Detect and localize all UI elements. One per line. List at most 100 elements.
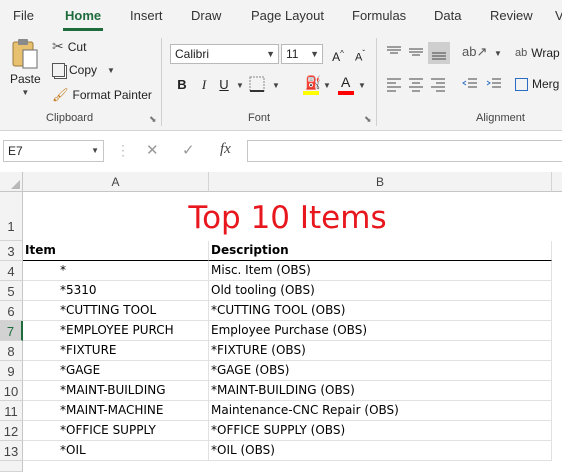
tab-view[interactable]: V [555,8,562,23]
cell-item[interactable]: *GAGE [23,361,209,381]
italic-button[interactable]: I [194,75,214,95]
row-header[interactable]: 6 [0,301,23,321]
name-box-value: E7 [8,144,23,158]
cell-description[interactable]: *OIL (OBS) [209,441,552,461]
copy-button[interactable]: Copy ▼ [52,63,115,77]
borders-button[interactable] [249,76,269,94]
column-header-b[interactable]: B [209,172,552,192]
dialog-launcher-icon[interactable]: ⬊ [149,114,157,125]
cut-label: Cut [67,39,87,54]
row-header[interactable]: 12 [0,421,23,441]
cancel-icon[interactable]: ✕ [146,141,159,159]
tab-file[interactable]: File [13,8,34,23]
formula-bar: E7 ▼ ⋮ ✕ ✓ fx [0,138,562,164]
row-header[interactable]: 13 [0,441,23,461]
cut-button[interactable]: ✂ Cut [52,38,86,55]
wrap-text-icon: ab [515,47,528,59]
dialog-launcher-icon[interactable]: ⬊ [364,114,372,125]
align-bottom-icon [432,52,446,60]
name-box[interactable]: E7 ▼ [3,140,104,162]
text-orientation-icon: ab↗ [462,44,488,59]
row-header[interactable] [0,461,23,472]
orientation-button[interactable]: ab↗ [462,44,487,62]
row-header[interactable]: 5 [0,281,23,301]
row-header[interactable]: 10 [0,381,23,401]
merge-label: Merg [532,77,560,91]
cell-item[interactable]: * [23,261,209,281]
row-header-selected[interactable]: 7 [0,321,23,341]
cell-description[interactable]: *CUTTING TOOL (OBS) [209,301,552,321]
bold-button[interactable]: B [172,75,192,95]
cell-item[interactable]: *OIL [23,441,209,461]
wrap-text-button[interactable]: ab Wrap [515,46,560,60]
row-header[interactable]: 4 [0,261,23,281]
formula-input[interactable] [247,140,562,162]
chevron-down-icon[interactable]: ▼ [236,81,244,90]
paste-icon [12,39,38,69]
increase-indent-button[interactable] [486,76,504,94]
format-painter-button[interactable]: 🖌 Format Painter [52,87,152,103]
cell-description[interactable]: Maintenance-CNC Repair (OBS) [209,401,552,421]
row-header[interactable]: 1 [0,192,23,241]
column-header-c[interactable] [552,172,562,192]
underline-button[interactable]: U [214,75,234,95]
top-align-button[interactable] [386,44,404,62]
cell-description[interactable]: Employee Purchase (OBS) [209,321,552,341]
tab-data[interactable]: Data [434,8,461,23]
row-header[interactable]: 8 [0,341,23,361]
cell-description[interactable]: Old tooling (OBS) [209,281,552,301]
borders-icon [249,76,265,92]
tab-page-layout[interactable]: Page Layout [251,8,324,23]
tab-draw[interactable]: Draw [191,8,221,23]
align-center-button[interactable] [408,76,426,94]
cell-description[interactable]: *GAGE (OBS) [209,361,552,381]
cell-item[interactable]: *CUTTING TOOL [23,301,209,321]
cell-item[interactable]: *EMPLOYEE PURCH [23,321,209,341]
insert-function-button[interactable]: fx [220,141,231,158]
cell-description[interactable]: *OFFICE SUPPLY (OBS) [209,421,552,441]
active-tab-indicator [63,28,103,31]
bottom-align-button[interactable] [428,42,450,64]
sheet-title[interactable]: Top 10 Items [23,192,552,241]
align-left-button[interactable] [386,76,404,94]
font-name-dropdown[interactable]: Calibri ▼ [170,44,279,64]
paste-button[interactable]: Paste ▼ [10,38,41,97]
row-header[interactable]: 9 [0,361,23,381]
chevron-down-icon[interactable]: ▼ [358,81,366,90]
tab-formulas[interactable]: Formulas [352,8,406,23]
font-color-button[interactable]: A [337,74,357,97]
middle-align-button[interactable] [408,44,426,62]
cell-item[interactable]: *OFFICE SUPPLY [23,421,209,441]
fill-color-button[interactable]: ⛽ [302,75,322,97]
column-header-a[interactable]: A [23,172,209,192]
align-middle-icon [409,48,423,56]
copy-label: Copy [69,63,98,77]
cell-description[interactable]: *MAINT-BUILDING (OBS) [209,381,552,401]
header-cell-item[interactable]: Item [23,241,209,261]
chevron-down-icon[interactable]: ▼ [272,81,280,90]
cell-description[interactable]: *FIXTURE (OBS) [209,341,552,361]
decrease-indent-button[interactable] [462,76,480,94]
cell-description[interactable]: Misc. Item (OBS) [209,261,552,281]
tab-insert[interactable]: Insert [130,8,163,23]
grow-font-button[interactable]: A^ [328,44,348,64]
font-size-dropdown[interactable]: 11 ▼ [281,44,323,64]
select-all-button[interactable] [0,172,23,192]
chevron-down-icon: ▼ [21,88,30,97]
enter-icon[interactable]: ✓ [182,141,195,159]
row-header[interactable]: 3 [0,241,23,261]
cell-item[interactable]: *FIXTURE [23,341,209,361]
tab-home[interactable]: Home [65,8,101,23]
chevron-down-icon[interactable]: ▼ [494,49,502,58]
row-header[interactable]: 11 [0,401,23,421]
header-cell-description[interactable]: Description [209,241,552,261]
ribbon-tabs: File Home Insert Draw Page Layout Formul… [0,0,562,32]
cell-item[interactable]: *5310 [23,281,209,301]
tab-review[interactable]: Review [490,8,533,23]
align-right-button[interactable] [430,76,448,94]
cell-item[interactable]: *MAINT-BUILDING [23,381,209,401]
chevron-down-icon[interactable]: ▼ [323,81,331,90]
cell-item[interactable]: *MAINT-MACHINE [23,401,209,421]
merge-center-button[interactable]: Merg [515,77,559,91]
shrink-font-button[interactable]: Aˇ [350,44,370,64]
